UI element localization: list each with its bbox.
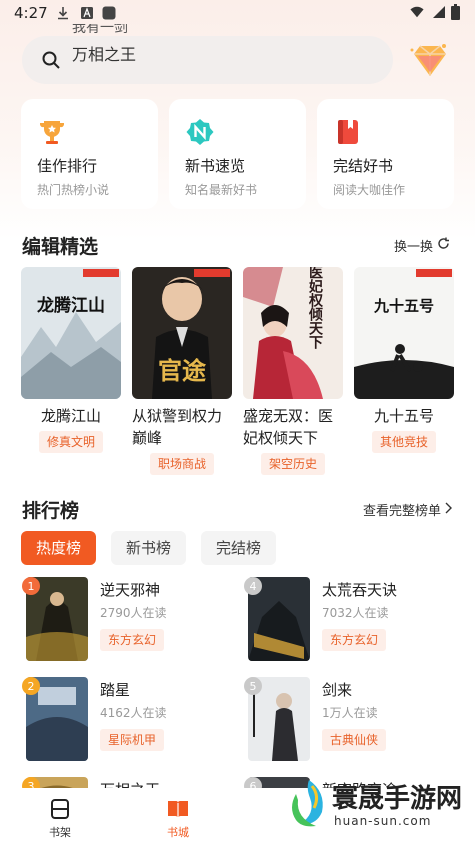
book-card[interactable]: 官途 从狱警到权力巅峰 职场商战 xyxy=(132,267,232,475)
book-icon xyxy=(338,120,358,144)
nav-bookshelf[interactable]: 书架 xyxy=(30,798,90,840)
status-time: 4:27 xyxy=(14,4,48,22)
rank-book-name: 逆天邪神 xyxy=(100,581,161,599)
battery-icon xyxy=(451,4,460,20)
search-icon xyxy=(42,51,60,69)
quick-card-title: 佳作排行 xyxy=(37,157,98,175)
watermark-url: huan-sun.com xyxy=(334,814,432,828)
cover-title: 医妃权倾天下 xyxy=(307,267,324,350)
download-icon xyxy=(58,7,68,20)
signal-icon xyxy=(433,6,445,18)
svg-text:4: 4 xyxy=(250,580,257,593)
book-card[interactable]: 龙腾江山 龙腾江山 修真文明 xyxy=(21,267,121,453)
book-tag: 其他竞技 xyxy=(371,431,436,453)
ranking-item[interactable]: 1 逆天邪神 2790人在读 东方玄幻 xyxy=(20,577,230,667)
refresh-button[interactable]: 换一换 xyxy=(394,236,433,255)
rank-book-name: 剑来 xyxy=(322,681,353,699)
rank-tag: 星际机甲 xyxy=(100,729,165,751)
watermark-emblem-icon xyxy=(292,780,323,827)
quick-card-subtitle: 热门热榜小说 xyxy=(37,183,110,197)
rank-readers: 4162人在读 xyxy=(100,706,167,720)
notification-square-icon xyxy=(102,6,116,20)
ranking-item[interactable]: 5 剑来 1万人在读 古典仙侠 xyxy=(242,677,452,767)
rank-badge: 2 xyxy=(22,677,40,695)
book-tag: 职场商战 xyxy=(149,453,214,475)
book-cover: 医妃权倾天下 xyxy=(243,267,343,399)
ranking-item[interactable]: 4 太荒吞天诀 7032人在读 东方玄幻 xyxy=(242,577,452,667)
book-name: 龙腾江山 xyxy=(40,407,101,425)
nav-bookstore[interactable]: 书城 xyxy=(148,798,208,840)
chevron-right-icon[interactable] xyxy=(443,502,453,514)
view-full-ranking-link[interactable]: 查看完整榜单 xyxy=(363,500,441,519)
book-name: 九十五号 xyxy=(373,407,434,425)
new-badge-icon xyxy=(186,119,214,145)
tab-completed[interactable]: 完结榜 xyxy=(201,531,277,565)
rank-readers: 7032人在读 xyxy=(322,606,389,620)
quick-card-subtitle: 阅读大咖佳作 xyxy=(333,183,406,197)
watermark-logo: 寰晟手游网 huan-sun.com xyxy=(282,772,472,838)
search-hint: 万相之王 xyxy=(72,45,137,64)
rank-readers: 2790人在读 xyxy=(100,606,167,620)
app-a-icon xyxy=(81,7,93,19)
quick-card-completed[interactable]: 完结好书 阅读大咖佳作 xyxy=(317,99,454,209)
quick-card-new-books[interactable]: 新书速览 知名最新好书 xyxy=(169,99,306,209)
rank-readers: 1万人在读 xyxy=(322,706,378,720)
cover-title: 九十五号 xyxy=(373,297,434,315)
status-bar: 4:27 xyxy=(0,0,475,26)
ranking-title: 排行榜 xyxy=(22,500,80,522)
bookshelf-icon xyxy=(51,799,69,819)
svg-text:1: 1 xyxy=(28,580,35,593)
quick-card-top-rated[interactable]: 佳作排行 热门热榜小说 xyxy=(21,99,158,209)
ranking-item[interactable]: 2 踏星 4162人在读 星际机甲 xyxy=(20,677,230,767)
cover-title: 官途 xyxy=(158,356,207,385)
bookstore-icon xyxy=(168,801,188,818)
trophy-icon xyxy=(39,121,65,144)
cover-title: 龙腾江山 xyxy=(36,295,105,316)
quick-card-title: 完结好书 xyxy=(333,157,394,175)
nav-label: 书架 xyxy=(49,826,71,839)
nav-label: 书城 xyxy=(167,826,189,839)
rank-book-name: 太荒吞天诀 xyxy=(322,581,398,599)
svg-text:2: 2 xyxy=(28,680,35,693)
gift-diamond-icon[interactable] xyxy=(408,40,452,80)
quick-card-title: 新书速览 xyxy=(185,157,246,175)
rank-book-name: 踏星 xyxy=(100,681,131,699)
rank-badge: 5 xyxy=(244,677,262,695)
book-tag: 架空历史 xyxy=(260,453,325,475)
book-name: 盛宠无双：医妃权倾天下 xyxy=(243,407,334,447)
book-cover: 官途 xyxy=(132,267,232,399)
watermark-title: 寰晟手游网 xyxy=(332,784,463,814)
tab-hot[interactable]: 热度榜 xyxy=(21,531,97,565)
rank-tag: 东方玄幻 xyxy=(322,629,387,651)
rank-tag: 古典仙侠 xyxy=(322,729,387,751)
tab-new[interactable]: 新书榜 xyxy=(111,531,187,565)
search-hint-previous: 我有一剑 xyxy=(72,24,128,34)
editor-picks-title: 编辑精选 xyxy=(22,236,99,258)
svg-text:5: 5 xyxy=(250,680,257,693)
book-cover: 九十五号 xyxy=(354,267,454,399)
book-card[interactable]: 九十五号 九十五号 其他竞技 xyxy=(354,267,454,453)
book-card[interactable]: 医妃权倾天下 盛宠无双：医妃权倾天下 架空历史 xyxy=(243,267,343,475)
rank-tag: 东方玄幻 xyxy=(100,629,165,651)
rank-badge: 4 xyxy=(244,577,262,595)
book-cover: 龙腾江山 xyxy=(21,267,121,399)
book-name: 从狱警到权力巅峰 xyxy=(132,407,223,447)
book-tag: 修真文明 xyxy=(38,431,103,453)
rank-badge: 1 xyxy=(22,577,40,595)
wifi-icon xyxy=(410,6,424,18)
refresh-icon[interactable] xyxy=(437,237,450,250)
quick-card-subtitle: 知名最新好书 xyxy=(185,183,258,197)
